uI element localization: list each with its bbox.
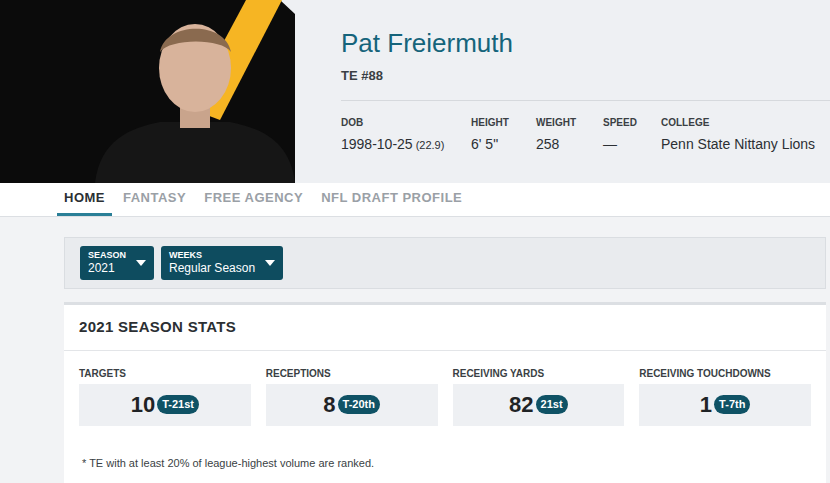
bio-value: 1998-10-25(22.9) <box>341 135 471 154</box>
filter-text: SEASON2021 <box>88 250 126 276</box>
player-name: Pat Freiermuth <box>341 28 830 58</box>
bio-item: HEIGHT 6' 5" <box>471 116 536 154</box>
player-page: Pat FreiermuthTE #88DOB1998-10-25(22.9)H… <box>0 0 830 483</box>
stat-box: 8T-20th <box>266 384 438 426</box>
bio-label: WEIGHT <box>536 116 603 129</box>
content: SEASON2021 WEEKSRegular Season 2021 SEASON… <box>0 217 830 483</box>
stat-rank-badge: T-20th <box>338 395 380 414</box>
tab[interactable]: NFL DRAFT PROFILE <box>314 183 469 216</box>
stat-rank-badge: 21st <box>536 395 568 414</box>
bio-value: 258 <box>536 135 603 153</box>
tab[interactable]: HOME <box>57 183 112 216</box>
stat-box: 8221st <box>453 384 625 426</box>
filter-text: WEEKSRegular Season <box>169 250 255 276</box>
bio-label: HEIGHT <box>471 116 536 129</box>
stat-label: RECEIVING YARDS <box>453 368 625 380</box>
filter-label: WEEKS <box>169 250 255 261</box>
filter-dropdown[interactable]: SEASON2021 <box>80 246 154 280</box>
bio-item: SPEED — <box>603 116 661 154</box>
filter-label: SEASON <box>88 250 126 261</box>
stat-item: RECEIVING TOUCHDOWNS 1T-7th <box>639 368 811 426</box>
stat-box: 10T-21st <box>79 384 251 426</box>
bio-label: DOB <box>341 116 471 129</box>
bio-value: — <box>603 135 661 153</box>
stat-value: 82 <box>509 388 533 421</box>
filter-bar: SEASON2021 WEEKSRegular Season <box>64 237 826 289</box>
player-bio: DOB 1998-10-25(22.9)HEIGHT 6' 5"WEIGHT 258S… <box>341 101 830 154</box>
stats-title: 2021 SEASON STATS <box>64 305 826 351</box>
stats-grid: TARGETS 10T-21st RECEPTIONS 8T-20th RECEIVIN… <box>64 351 826 426</box>
player-photo <box>0 0 295 183</box>
bio-value: 6' 5" <box>471 135 536 153</box>
player-header: Pat Freiermuth TE #88 DOB 1998-10-25(22.9)H… <box>0 0 830 183</box>
stat-label: TARGETS <box>79 368 251 380</box>
stat-label: RECEPTIONS <box>266 368 438 380</box>
stat-rank-badge: T-21st <box>157 395 199 414</box>
stat-value: 8 <box>323 388 335 421</box>
bio-label: SPEED <box>603 116 661 129</box>
player-info: Pat Freiermuth TE #88 DOB 1998-10-25(22.9)H… <box>295 0 830 183</box>
filter-value: Regular Season <box>169 261 255 276</box>
filter-dropdown[interactable]: WEEKSRegular Season <box>161 246 283 280</box>
bio-value: Penn State Nittany Lions <box>661 135 830 153</box>
bio-item: COLLEGE Penn State Nittany Lions <box>661 116 830 154</box>
stat-value: 1 <box>700 388 712 421</box>
tab[interactable]: FREE AGENCY <box>197 183 310 216</box>
bio-item: WEIGHT 258 <box>536 116 603 154</box>
bio-item: DOB 1998-10-25(22.9) <box>341 116 471 154</box>
stat-rank-badge: T-7th <box>714 395 750 414</box>
stat-label: RECEIVING TOUCHDOWNS <box>639 368 811 380</box>
bio-label: COLLEGE <box>661 116 830 129</box>
stats-card: 2021 SEASON STATS TARGETS 10T-21st RECEPTIO… <box>64 302 826 483</box>
caret-down-icon <box>136 260 146 266</box>
stat-value: 10 <box>131 388 155 421</box>
stat-item: RECEIVING YARDS 8221st <box>453 368 625 426</box>
player-position: TE #88 <box>341 68 830 84</box>
bio-note: (22.9) <box>416 139 445 151</box>
tab[interactable]: FANTASY <box>116 183 193 216</box>
caret-down-icon <box>265 260 275 266</box>
player-photo-icon <box>0 0 295 183</box>
stats-footnote: * TE with at least 20% of league-highest… <box>64 426 826 483</box>
stat-item: RECEPTIONS 8T-20th <box>266 368 438 426</box>
stat-item: TARGETS 10T-21st <box>79 368 251 426</box>
filter-value: 2021 <box>88 261 126 276</box>
tab-bar: HOMEFANTASYFREE AGENCYNFL DRAFT PROFILE <box>0 183 830 217</box>
player-divider <box>341 100 830 101</box>
stat-box: 1T-7th <box>639 384 811 426</box>
